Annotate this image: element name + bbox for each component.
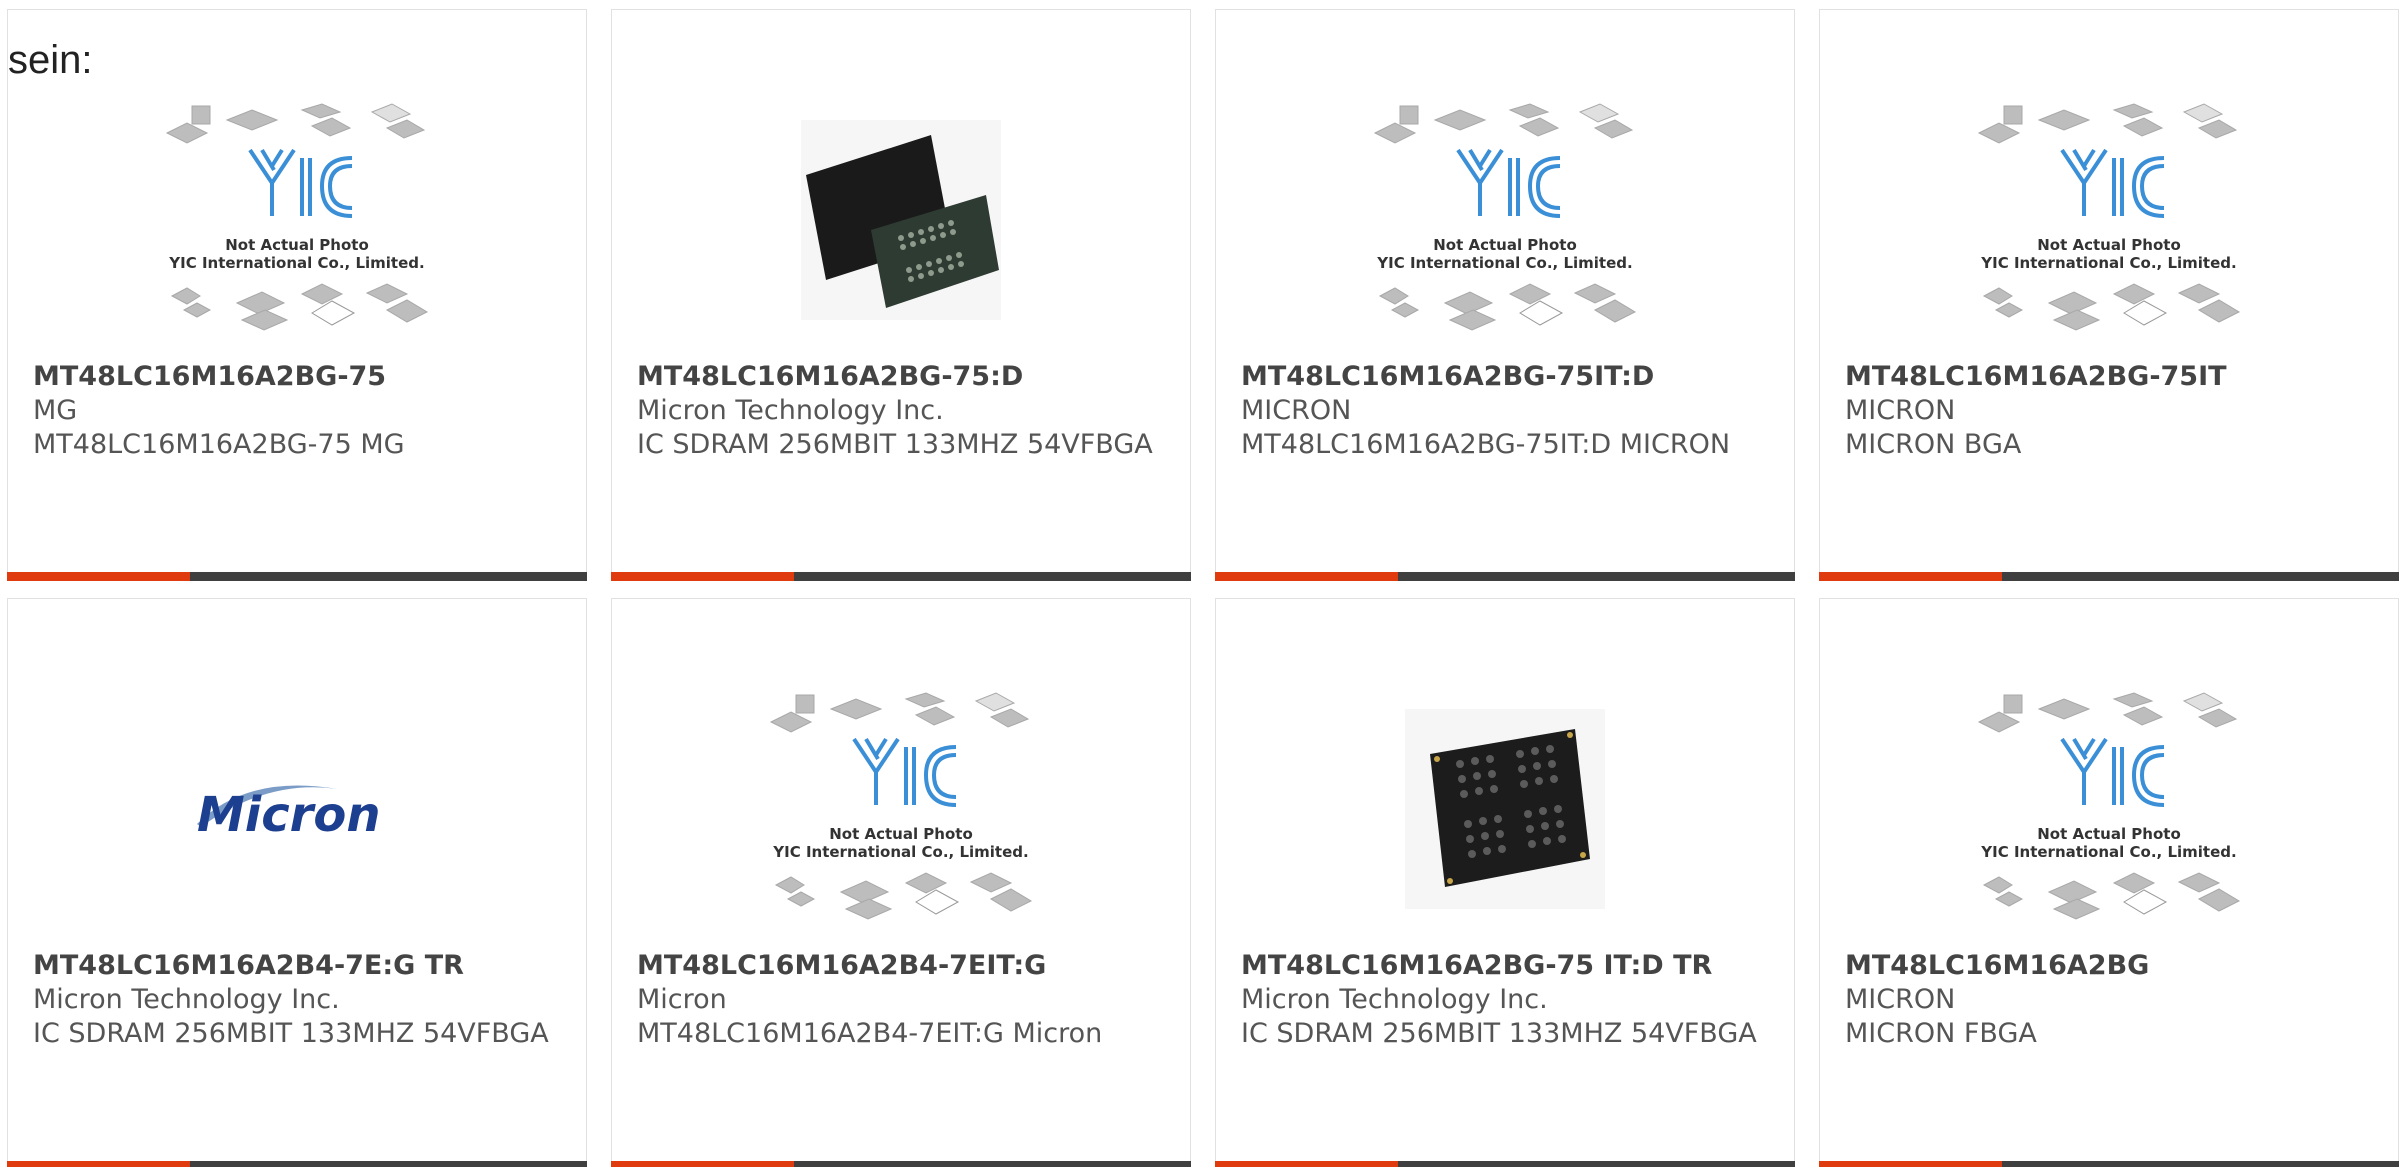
card-bottom-bar — [611, 1161, 1191, 1167]
product-image[interactable] — [612, 90, 1190, 350]
card-bar-accent — [1215, 1161, 1398, 1167]
product-card[interactable]: Not Actual Photo YIC International Co., … — [7, 9, 587, 581]
product-image[interactable]: Not Actual Photo YIC International Co., … — [1820, 90, 2398, 350]
product-image[interactable]: Not Actual Photo YIC International Co., … — [8, 90, 586, 350]
product-text: MT48LC16M16A2BG-75 IT:D TR Micron Techno… — [1241, 949, 1774, 1051]
product-part-number[interactable]: MT48LC16M16A2BG-75IT — [1845, 360, 2378, 394]
placeholder-caption-line1: Not Actual Photo — [2037, 825, 2181, 843]
product-image[interactable]: Not Actual Photo YIC International Co., … — [612, 679, 1190, 939]
chip-photo-icon — [801, 120, 1001, 320]
placeholder-caption-line1: Not Actual Photo — [225, 236, 369, 254]
product-image[interactable] — [1216, 679, 1794, 939]
placeholder-photo-icon: Not Actual Photo YIC International Co., … — [769, 691, 1033, 920]
product-manufacturer: Micron Technology Inc. — [1241, 984, 1548, 1015]
card-bottom-bar — [1215, 1161, 1795, 1167]
product-description: IC SDRAM 256MBIT 133MHZ 54VFBGA — [1241, 1018, 1757, 1049]
product-text: MT48LC16M16A2BG-75 MG MT48LC16M16A2BG-75… — [33, 360, 566, 462]
product-text: MT48LC16M16A2BG-75IT MICRON MICRON BGA — [1845, 360, 2378, 462]
product-part-number[interactable]: MT48LC16M16A2B4-7E:G TR — [33, 949, 566, 983]
placeholder-caption-line1: Not Actual Photo — [829, 825, 973, 843]
product-text: MT48LC16M16A2BG-75IT:D MICRON MT48LC16M1… — [1241, 360, 1774, 462]
product-card[interactable]: Not Actual Photo YIC International Co., … — [1819, 9, 2399, 581]
card-bottom-bar — [611, 572, 1191, 581]
bga-chip-photo-icon — [1405, 709, 1605, 909]
product-part-number[interactable]: MT48LC16M16A2BG — [1845, 949, 2378, 983]
product-text: MT48LC16M16A2B4-7EIT:G Micron MT48LC16M1… — [637, 949, 1170, 1051]
product-description: IC SDRAM 256MBIT 133MHZ 54VFBGA — [637, 429, 1153, 460]
product-part-number[interactable]: MT48LC16M16A2BG-75:D — [637, 360, 1170, 394]
product-part-number[interactable]: MT48LC16M16A2BG-75 IT:D TR — [1241, 949, 1774, 983]
placeholder-photo-icon: Not Actual Photo YIC International Co., … — [1977, 102, 2241, 331]
product-manufacturer: Micron — [637, 984, 727, 1015]
card-bar-accent — [7, 1161, 190, 1167]
placeholder-caption-line1: Not Actual Photo — [1433, 236, 1577, 254]
product-description: MICRON BGA — [1845, 429, 2022, 460]
micron-logo-icon: Micron — [197, 785, 381, 843]
lead-text: sein: — [8, 38, 93, 82]
product-description: MT48LC16M16A2BG-75 MG — [33, 429, 405, 460]
product-description: IC SDRAM 256MBIT 133MHZ 54VFBGA — [33, 1018, 549, 1049]
card-bar-accent — [7, 572, 190, 581]
placeholder-photo-icon: Not Actual Photo YIC International Co., … — [1373, 102, 1637, 331]
product-grid-page: sein: Not Actual Photo YIC International… — [0, 0, 2400, 1167]
product-text: MT48LC16M16A2BG-75:D Micron Technology I… — [637, 360, 1170, 462]
product-part-number[interactable]: MT48LC16M16A2B4-7EIT:G — [637, 949, 1170, 983]
product-card[interactable]: MT48LC16M16A2BG-75:D Micron Technology I… — [611, 9, 1191, 581]
product-card[interactable]: Not Actual Photo YIC International Co., … — [1819, 598, 2399, 1167]
product-manufacturer: MICRON — [1241, 395, 1352, 426]
placeholder-caption-line2: YIC International Co., Limited. — [168, 254, 424, 272]
card-bar-accent — [1215, 572, 1398, 581]
product-card[interactable]: MT48LC16M16A2BG-75 IT:D TR Micron Techno… — [1215, 598, 1795, 1167]
product-description: MICRON FBGA — [1845, 1018, 2037, 1049]
product-manufacturer: Micron Technology Inc. — [33, 984, 340, 1015]
product-manufacturer: MICRON — [1845, 984, 1956, 1015]
product-card[interactable]: Not Actual Photo YIC International Co., … — [611, 598, 1191, 1167]
card-bar-accent — [1819, 572, 2002, 581]
product-manufacturer: MG — [33, 395, 78, 426]
card-bottom-bar — [1819, 572, 2399, 581]
card-bottom-bar — [7, 572, 587, 581]
product-part-number[interactable]: MT48LC16M16A2BG-75 — [33, 360, 566, 394]
card-bar-accent — [611, 572, 794, 581]
micron-logo-text: Micron — [197, 787, 381, 843]
card-bottom-bar — [7, 1161, 587, 1167]
product-card[interactable]: Micron MT48LC16M16A2B4-7E:G TR Micron Te… — [7, 598, 587, 1167]
product-text: MT48LC16M16A2B4-7E:G TR Micron Technolog… — [33, 949, 566, 1051]
product-manufacturer: MICRON — [1845, 395, 1956, 426]
placeholder-caption-line2: YIC International Co., Limited. — [1980, 254, 2236, 272]
product-description: MT48LC16M16A2BG-75IT:D MICRON — [1241, 429, 1731, 460]
card-bar-accent — [611, 1161, 794, 1167]
product-part-number[interactable]: MT48LC16M16A2BG-75IT:D — [1241, 360, 1774, 394]
placeholder-caption-line2: YIC International Co., Limited. — [772, 843, 1028, 861]
placeholder-caption-line1: Not Actual Photo — [2037, 236, 2181, 254]
product-image[interactable]: Micron — [8, 679, 586, 939]
card-bar-accent — [1819, 1161, 2002, 1167]
product-text: MT48LC16M16A2BG MICRON MICRON FBGA — [1845, 949, 2378, 1051]
placeholder-caption-line2: YIC International Co., Limited. — [1980, 843, 2236, 861]
product-manufacturer: Micron Technology Inc. — [637, 395, 944, 426]
card-bottom-bar — [1215, 572, 1795, 581]
placeholder-photo-icon: Not Actual Photo YIC International Co., … — [1977, 691, 2241, 920]
product-card[interactable]: Not Actual Photo YIC International Co., … — [1215, 9, 1795, 581]
product-image[interactable]: Not Actual Photo YIC International Co., … — [1216, 90, 1794, 350]
card-bottom-bar — [1819, 1161, 2399, 1167]
product-description: MT48LC16M16A2B4-7EIT:G Micron — [637, 1018, 1103, 1049]
placeholder-caption-line2: YIC International Co., Limited. — [1376, 254, 1632, 272]
product-image[interactable]: Not Actual Photo YIC International Co., … — [1820, 679, 2398, 939]
placeholder-photo-icon: Not Actual Photo YIC International Co., … — [165, 102, 429, 331]
